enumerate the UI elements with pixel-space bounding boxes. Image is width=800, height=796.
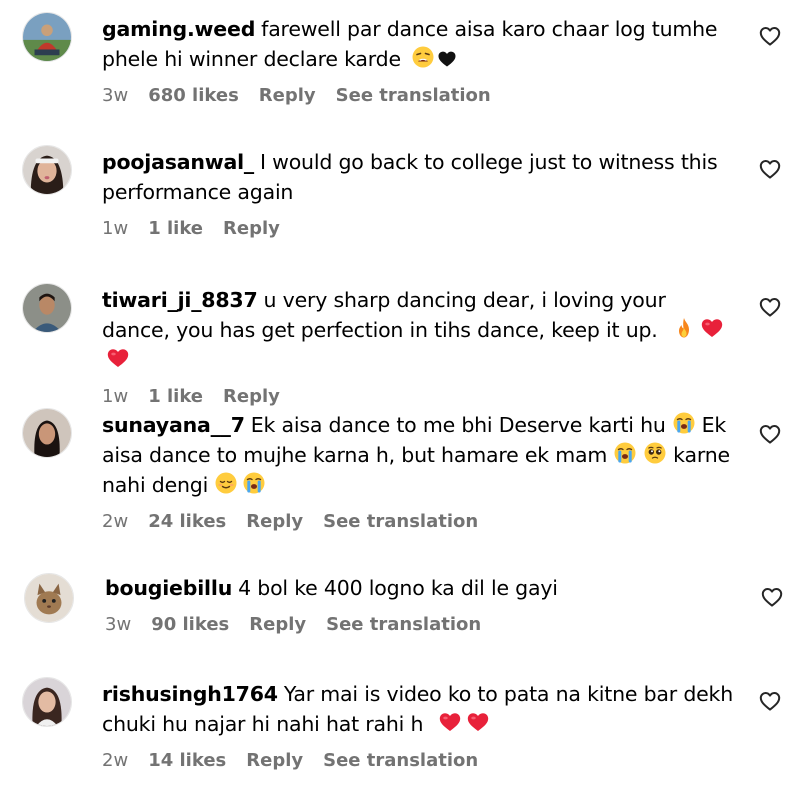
avatar[interactable]	[22, 145, 72, 195]
weary-face-emoji-icon	[411, 45, 435, 69]
comment-time: 2w	[102, 749, 129, 771]
fire-emoji-icon	[672, 316, 696, 340]
comment-text: rishusingh1764 Yar mai is video ko to pat…	[102, 679, 734, 739]
reply-button[interactable]: Reply	[223, 386, 280, 407]
comment-time: 2w	[102, 510, 129, 532]
likes-count[interactable]: 1 like	[148, 218, 203, 239]
comment-meta: 1w 1 like Reply	[102, 216, 734, 240]
reply-button[interactable]: Reply	[259, 85, 316, 106]
reply-button[interactable]: Reply	[223, 218, 280, 239]
relieved-face-emoji-icon	[214, 471, 238, 495]
comment-body: 4 bol ke 400 logno ka dil le gayi	[238, 576, 558, 600]
comment-time: 3w	[105, 613, 132, 635]
comment-content: sunayana__7 Ek aisa dance to me bhi Deser…	[102, 410, 734, 533]
red-heart-emoji-icon	[466, 710, 490, 734]
comment-username[interactable]: tiwari_ji_8837	[102, 288, 258, 312]
reply-button[interactable]: Reply	[249, 614, 306, 635]
pleading-face-emoji-icon	[643, 441, 667, 465]
likes-count[interactable]: 24 likes	[148, 511, 226, 532]
black-heart-emoji-icon	[437, 49, 457, 69]
like-heart-icon[interactable]	[758, 24, 782, 48]
avatar[interactable]	[22, 12, 72, 62]
comment-username[interactable]: gaming.weed	[102, 17, 255, 41]
comment-username[interactable]: bougiebillu	[105, 576, 232, 600]
like-heart-icon[interactable]	[760, 585, 784, 609]
comment-time: 1w	[102, 385, 129, 407]
see-translation-link[interactable]: See translation	[323, 511, 478, 532]
comment-text: sunayana__7 Ek aisa dance to me bhi Deser…	[102, 410, 734, 500]
comment-text: poojasanwal_ I would go back to college j…	[102, 147, 734, 207]
loudly-crying-face-emoji-icon	[242, 471, 266, 495]
like-heart-icon[interactable]	[758, 157, 782, 181]
see-translation-link[interactable]: See translation	[336, 85, 491, 106]
loudly-crying-face-emoji-icon	[613, 441, 637, 465]
like-heart-icon[interactable]	[758, 689, 782, 713]
red-heart-emoji-icon	[700, 316, 724, 340]
avatar[interactable]	[22, 677, 72, 727]
comment-time: 1w	[102, 217, 129, 239]
comment-content: tiwari_ji_8837 u very sharp dancing dear,…	[102, 285, 734, 408]
avatar[interactable]	[22, 283, 72, 333]
avatar[interactable]	[22, 408, 72, 458]
comment-username[interactable]: sunayana__7	[102, 413, 245, 437]
comment-time: 3w	[102, 84, 129, 106]
likes-count[interactable]: 680 likes	[148, 85, 239, 106]
comment-meta: 1w 1 like Reply	[102, 384, 734, 408]
comment-meta: 2w 14 likes Reply See translation	[102, 748, 734, 772]
comment-content: poojasanwal_ I would go back to college j…	[102, 147, 734, 240]
comment-username[interactable]: rishusingh1764	[102, 682, 278, 706]
comment-meta: 2w 24 likes Reply See translation	[102, 509, 734, 533]
comment-username[interactable]: poojasanwal_	[102, 150, 254, 174]
avatar[interactable]	[24, 573, 74, 623]
comment-meta: 3w 680 likes Reply See translation	[102, 83, 734, 107]
comment-content: bougiebillu 4 bol ke 400 logno ka dil le …	[105, 573, 737, 636]
comment-text: bougiebillu 4 bol ke 400 logno ka dil le …	[105, 573, 737, 603]
see-translation-link[interactable]: See translation	[326, 614, 481, 635]
red-heart-emoji-icon	[106, 346, 130, 370]
loudly-crying-face-emoji-icon	[672, 411, 696, 435]
likes-count[interactable]: 14 likes	[148, 750, 226, 771]
comment-text: gaming.weed farewell par dance aisa karo …	[102, 14, 734, 74]
reply-button[interactable]: Reply	[246, 750, 303, 771]
like-heart-icon[interactable]	[758, 422, 782, 446]
red-heart-emoji-icon	[438, 710, 462, 734]
reply-button[interactable]: Reply	[246, 511, 303, 532]
comment-meta: 3w 90 likes Reply See translation	[105, 612, 737, 636]
likes-count[interactable]: 90 likes	[151, 614, 229, 635]
likes-count[interactable]: 1 like	[148, 386, 203, 407]
comment-text: tiwari_ji_8837 u very sharp dancing dear,…	[102, 285, 734, 375]
comment-content: rishusingh1764 Yar mai is video ko to pat…	[102, 679, 734, 772]
comment-content: gaming.weed farewell par dance aisa karo …	[102, 14, 734, 107]
see-translation-link[interactable]: See translation	[323, 750, 478, 771]
comment-body-part1: Ek aisa dance to me bhi Deserve karti hu	[250, 413, 666, 437]
like-heart-icon[interactable]	[758, 295, 782, 319]
